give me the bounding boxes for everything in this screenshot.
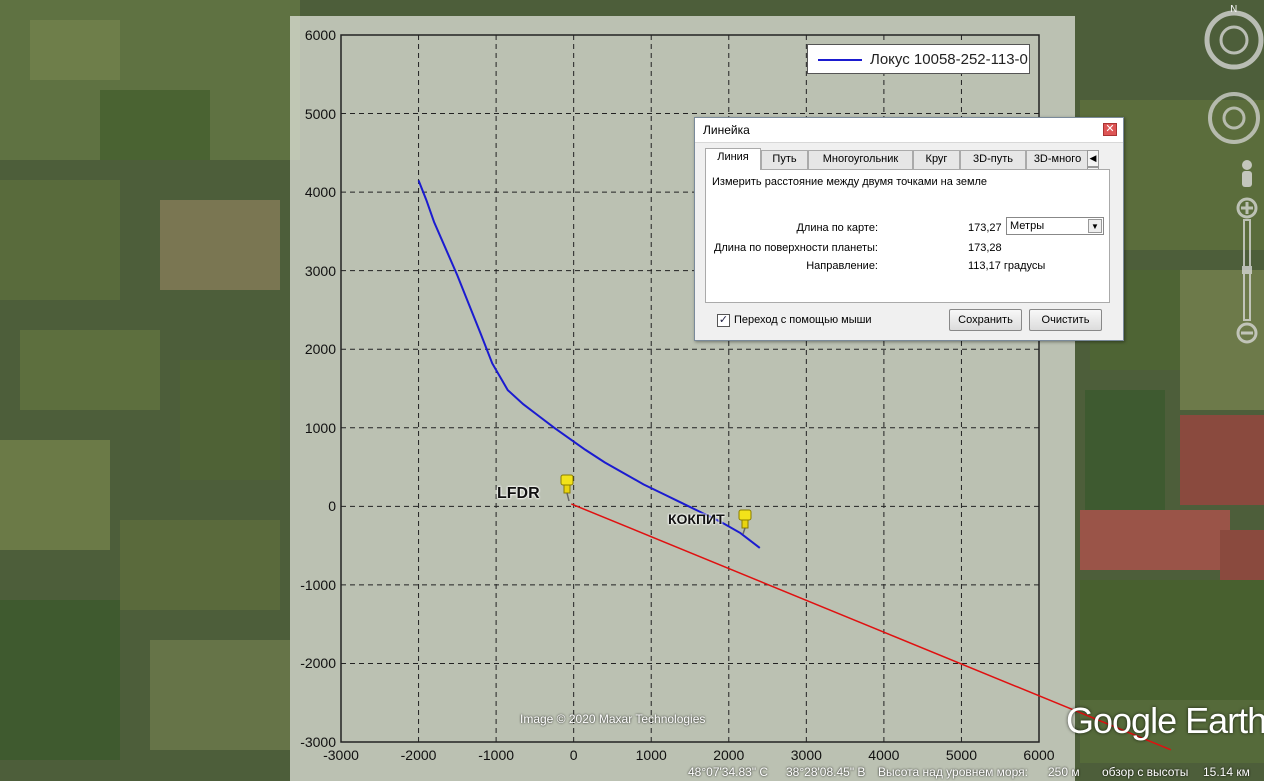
chevron-down-icon[interactable]: ▼ [1088,219,1102,233]
logo-earth: Earth [1185,700,1264,741]
status-longitude: 38°28'08.45" В [786,765,866,779]
svg-text:N: N [1230,4,1237,15]
tab-scroll-arrows: ◀▶ [1087,150,1109,184]
x-tick-label: -1000 [478,747,515,763]
imagery-credit: Image © 2020 Maxar Technologies [520,712,706,726]
tab-3d-polygon[interactable]: 3D-много [1026,150,1089,169]
units-select-value: Метры [1010,220,1045,232]
clear-button[interactable]: Очистить [1029,309,1102,331]
legend-label: Локус 10058-252-113-0 [870,51,1028,68]
x-tick-label: -2000 [400,747,437,763]
y-tick-label: 0 [328,498,336,515]
y-tick-label: 4000 [304,184,336,201]
y-tick-label: -3000 [300,734,336,750]
zoom-slider [1236,197,1258,344]
status-elevation-label: Высота над уровнем моря: [878,765,1028,779]
compass-icon [1204,10,1264,70]
status-latitude: 48°07'34.83" С [688,765,769,779]
google-earth-logo: Google Earth [1066,700,1264,742]
heading-label: Направление: [806,260,878,272]
chart-legend: Локус 10058-252-113-0 [807,44,1030,74]
tab-circle[interactable]: Круг [913,150,960,169]
tab-polygon[interactable]: Многоугольник [808,150,913,169]
status-eye-value: 15.14 км [1203,765,1250,779]
status-elevation-value: 250 м [1048,765,1080,779]
ruler-panel: Измерить расстояние между двумя точками … [705,169,1110,303]
x-tick-label: 4000 [868,747,900,763]
ruler-description: Измерить расстояние между двумя точками … [712,176,988,188]
legend-swatch [818,59,862,61]
y-tick-label: 1000 [304,419,336,436]
ruler-dialog[interactable]: Линейка ✕ Линия Путь Многоугольник Круг … [694,117,1124,341]
x-tick-label: 0 [569,747,578,763]
x-tick-label: 3000 [790,747,822,763]
y-tick-label: -2000 [300,655,336,672]
x-tick-label: 1000 [635,747,667,763]
ruler-tabs: Линия Путь Многоугольник Круг 3D-путь 3D… [705,148,1110,184]
y-tick-label: 2000 [304,341,336,358]
mouse-nav-checkbox[interactable]: ✓ [717,314,730,327]
y-tick-label: 5000 [304,105,336,122]
tab-3d-path[interactable]: 3D-путь [960,150,1026,169]
status-bar: 48°07'34.83" С 38°28'08.45" В Высота над… [0,763,1264,781]
heading-value: 113,17 градусы [968,260,1046,272]
save-button[interactable]: Сохранить [949,309,1022,331]
ground-length-value: 173,28 [968,242,1002,254]
y-tick-label: 3000 [304,262,336,279]
mouse-nav-label: Переход с помощью мыши [734,314,872,326]
close-icon[interactable]: ✕ [1103,123,1117,136]
tab-scroll-left-icon[interactable]: ◀ [1087,150,1099,167]
logo-google: Google [1066,700,1177,741]
pin-lfdr-label[interactable]: LFDR [497,485,540,503]
x-tick-label: 5000 [945,747,978,763]
status-eye-label: обзор с высоты [1102,765,1189,779]
look-joystick-icon [1208,92,1260,144]
y-tick-label: -1000 [300,576,336,593]
ruler-dialog-title: Линейка [703,123,750,137]
tab-path[interactable]: Путь [761,150,808,169]
x-tick-label: 6000 [1023,747,1055,763]
pin-kokpit-label[interactable]: КОКПИТ [668,511,725,527]
x-tick-label: 2000 [713,747,745,763]
pin-lfdr-icon [560,474,574,502]
units-select[interactable]: Метры ▼ [1006,217,1104,235]
ground-length-label: Длина по поверхности планеты: [713,242,878,254]
map-length-value: 173,27 [968,222,1002,234]
y-tick-label: 6000 [304,27,336,43]
street-view-pegman-icon [1242,160,1252,187]
navigation-controls[interactable]: N [1200,0,1264,360]
tab-line[interactable]: Линия [705,148,761,170]
map-length-label: Длина по карте: [796,222,878,234]
ruler-dialog-titlebar[interactable]: Линейка ✕ [695,118,1123,143]
pin-kokpit-icon [738,509,752,535]
